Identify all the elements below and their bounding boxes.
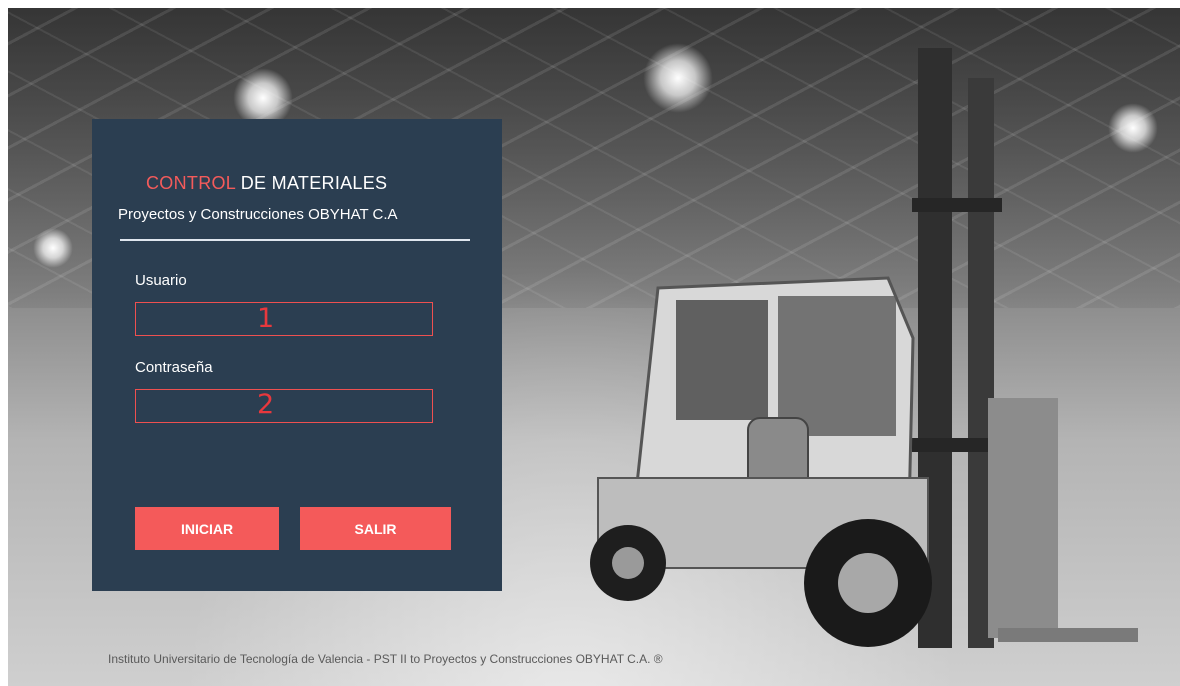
company-subtitle: Proyectos y Construcciones OBYHAT C.A (118, 206, 398, 223)
username-marker: 1 (257, 303, 275, 334)
footer-credits: Instituto Universitario de Tecnología de… (108, 652, 663, 666)
login-panel: CONTROL DE MATERIALES Proyectos y Constr… (92, 119, 502, 591)
username-input[interactable] (135, 302, 433, 336)
username-label: Usuario (135, 272, 187, 289)
exit-button[interactable]: SALIR (300, 507, 451, 550)
ceiling-light (33, 228, 73, 268)
app-title-rest: DE MATERIALES (240, 173, 388, 193)
title-divider (120, 239, 470, 241)
login-button[interactable]: INICIAR (135, 507, 279, 550)
password-label: Contraseña (135, 359, 213, 376)
login-window: CONTROL DE MATERIALES Proyectos y Constr… (8, 8, 1180, 686)
app-title: CONTROL DE MATERIALES (146, 173, 387, 194)
password-input[interactable] (135, 389, 433, 423)
app-title-accent: CONTROL (146, 173, 236, 193)
password-marker: 2 (257, 389, 275, 420)
forklift-image (590, 48, 1138, 648)
